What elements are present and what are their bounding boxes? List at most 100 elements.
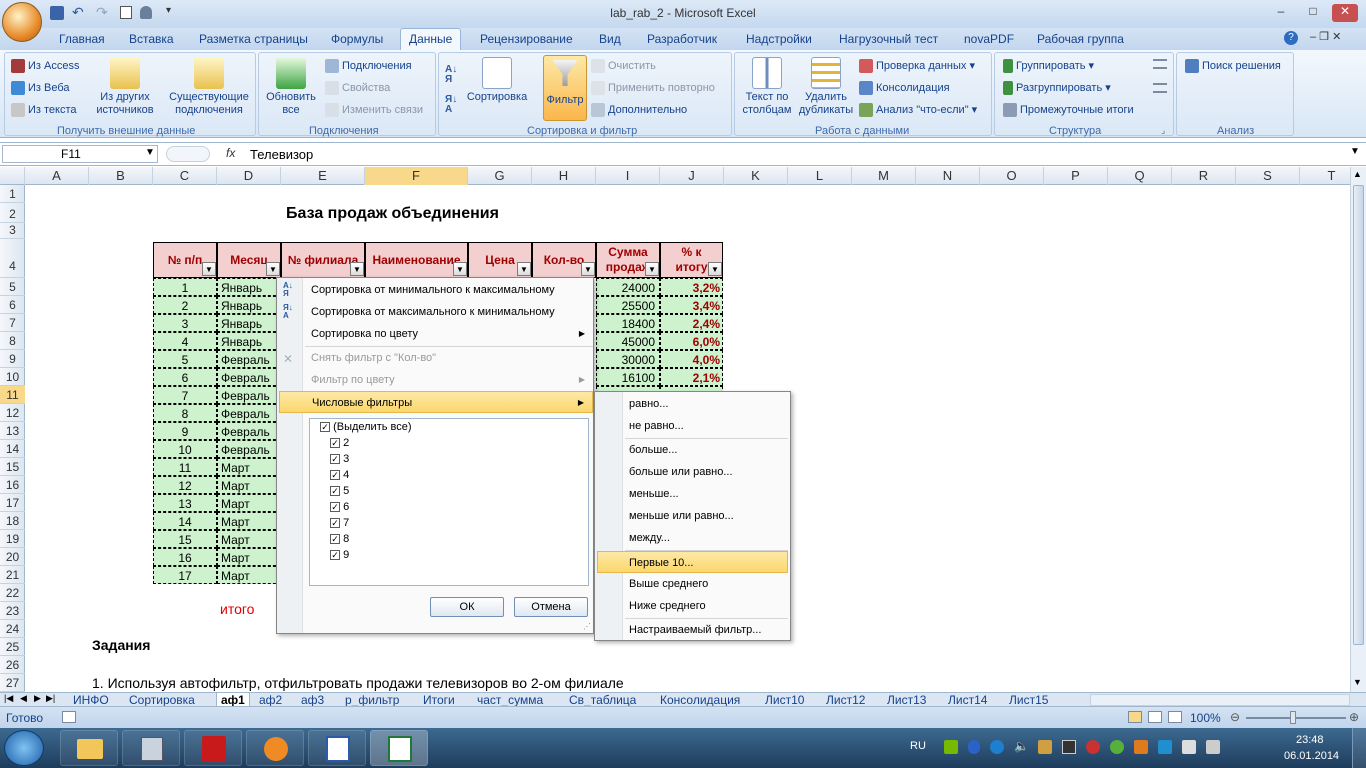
checkbox-checked-icon[interactable]: ✓ [330,454,340,465]
app-tray-icon-5[interactable] [1158,740,1172,754]
row-header[interactable]: 19 [0,530,25,548]
row-header[interactable]: 12 [0,404,25,422]
tab-view[interactable]: Вид [599,32,621,46]
cell-number[interactable]: 16 [153,548,217,566]
number-filter-option[interactable]: Ниже среднего [625,595,788,617]
column-header[interactable]: Q [1108,167,1172,185]
horizontal-scrollbar[interactable] [1090,694,1350,706]
network-icon[interactable] [1038,740,1052,754]
cell-number[interactable]: 8 [153,404,217,422]
sheet-tab[interactable]: Лист13 [887,693,926,707]
app-tray-icon-6[interactable] [1182,740,1196,754]
help-icon[interactable]: ? [1284,31,1298,45]
cancel-button[interactable]: Отмена [514,597,588,617]
row-header[interactable]: 24 [0,620,25,638]
filter-dropdown-button[interactable]: ▼ [350,262,364,276]
menu-sort-ascending[interactable]: Сортировка от минимального к максимально… [305,279,593,301]
column-header[interactable]: F [365,167,468,185]
scroll-thumb[interactable] [1353,185,1364,645]
checklist-item[interactable]: ✓ 8 [330,533,349,545]
checklist-item[interactable]: ✓ 5 [330,485,349,497]
checklist-item[interactable]: ✓ 9 [330,549,349,561]
ungroup-button[interactable]: Разгруппировать ▾ [1003,81,1111,96]
row-header[interactable]: 23 [0,602,25,620]
row-header[interactable]: 17 [0,494,25,512]
checkbox-checked-icon[interactable]: ✓ [330,534,340,545]
cell-number[interactable]: 6 [153,368,217,386]
column-header[interactable]: K [724,167,788,185]
row-header[interactable]: 14 [0,440,25,458]
app-tray-icon-4[interactable] [1134,740,1148,754]
cell-number[interactable]: 15 [153,530,217,548]
column-header[interactable]: S [1236,167,1300,185]
cell-month[interactable]: Март [217,494,281,512]
close-button[interactable]: ✕ [1332,4,1358,22]
sheet-tab[interactable]: Лист15 [1009,693,1048,707]
number-filter-option[interactable]: больше или равно... [625,461,788,483]
cell-percent[interactable]: 3,2% [660,278,723,296]
page-break-view-icon[interactable] [1168,711,1182,723]
what-if-button[interactable]: Анализ "что-если" ▾ [859,103,977,118]
row-header[interactable]: 21 [0,566,25,584]
sheet-tab[interactable]: част_сумма [477,693,543,707]
checklist-item[interactable]: ✓ 4 [330,469,349,481]
zoom-slider-thumb[interactable] [1290,711,1296,724]
language-indicator[interactable]: RU [910,740,926,752]
consolidate-button[interactable]: Консолидация [859,81,950,95]
maximize-button[interactable]: □ [1300,4,1326,22]
cell-month[interactable]: Февраль [217,404,281,422]
tab-addins[interactable]: Надстройки [746,32,812,46]
tab-scroll-last-icon[interactable]: ▶| [46,693,55,704]
cell-percent[interactable]: 2,1% [660,368,723,386]
menu-sort-by-color[interactable]: Сортировка по цвету ▶ [305,323,593,345]
zoom-out-icon[interactable]: ⊖ [1230,710,1240,724]
cell-percent[interactable]: 4,0% [660,350,723,368]
cell-number[interactable]: 2 [153,296,217,314]
column-header[interactable]: B [89,167,153,185]
sheet-tab[interactable]: Лист12 [826,693,865,707]
tab-team[interactable]: Рабочая группа [1037,32,1124,46]
number-filter-option[interactable]: не равно... [625,415,788,437]
filter-button[interactable]: Фильтр [543,55,587,121]
column-header[interactable]: E [281,167,365,185]
cell-percent[interactable]: 6,0% [660,332,723,350]
checkbox-checked-icon[interactable]: ✓ [330,550,340,561]
cell-number[interactable]: 3 [153,314,217,332]
from-other-sources-button[interactable]: Из других источников [93,57,157,117]
cell-number[interactable]: 13 [153,494,217,512]
reapply-button[interactable]: Применить повторно [591,81,715,95]
remove-duplicates-button[interactable]: Удалить дубликаты [797,57,855,117]
app-tray-icon-2[interactable] [1086,740,1100,754]
text-to-columns-button[interactable]: Текст по столбцам [739,57,795,117]
pdf-taskbar-button[interactable] [184,730,242,766]
word-taskbar-button[interactable] [308,730,366,766]
sheet-tab[interactable]: Св_таблица [569,693,636,707]
formula-input[interactable]: Телевизор [250,147,313,162]
app-tray-icon-7[interactable] [1206,740,1220,754]
cell-number[interactable]: 5 [153,350,217,368]
filter-dropdown-button[interactable]: ▼ [202,262,216,276]
cell-number[interactable]: 7 [153,386,217,404]
clear-filter-button[interactable]: Очистить [591,59,656,73]
row-header[interactable]: 27 [0,674,25,692]
cell-month[interactable]: Март [217,512,281,530]
row-header[interactable]: 10 [0,368,25,386]
cell-month[interactable]: Январь [217,278,281,296]
office-button[interactable] [2,2,42,42]
tab-formulas[interactable]: Формулы [331,32,383,46]
media-taskbar-button[interactable] [246,730,304,766]
calculator-taskbar-button[interactable] [122,730,180,766]
from-web-button[interactable]: Из Веба [11,81,70,95]
cell-month[interactable]: Март [217,566,281,584]
tab-developer[interactable]: Разработчик [647,32,717,46]
subtotal-button[interactable]: Промежуточные итоги [1003,103,1134,117]
checklist-item[interactable]: ✓ 6 [330,501,349,513]
checklist-item[interactable]: ✓ 2 [330,437,349,449]
cell-sum[interactable]: 16100 [596,368,660,386]
from-text-button[interactable]: Из текста [11,103,77,117]
name-box[interactable]: F11 [2,145,158,163]
zoom-slider[interactable] [1246,717,1346,719]
cell-month[interactable]: Февраль [217,368,281,386]
sheet-tab[interactable]: Лист14 [948,693,987,707]
column-header[interactable]: H [532,167,596,185]
